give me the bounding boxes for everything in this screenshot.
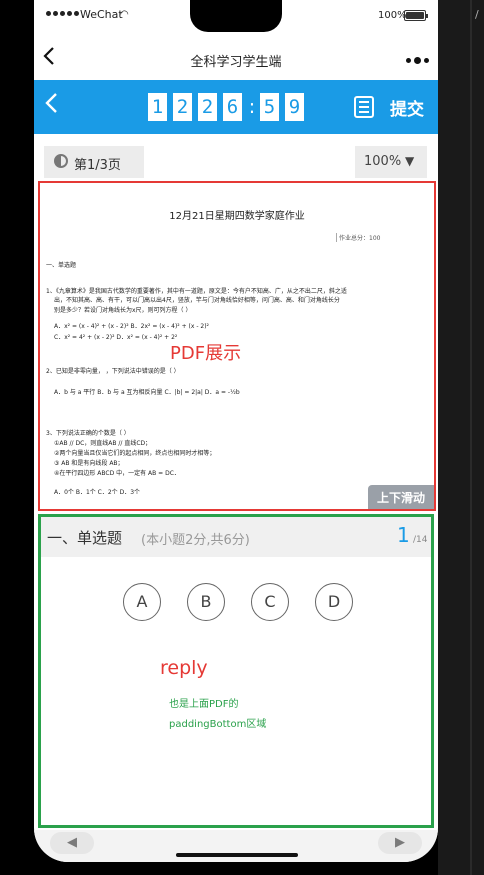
pdf-line: 3、下列说法正确的个数是（ ） xyxy=(46,430,130,437)
timer-colon: : xyxy=(248,96,256,118)
pdf-viewer[interactable]: 12月21日星期四数学家庭作业 作业总分：100 一、单选题 1、《九章算术》是… xyxy=(38,181,436,511)
pdf-line: 一、单选题 xyxy=(46,262,77,269)
next-question-button[interactable]: ▶ xyxy=(378,832,422,854)
timer-digit: 2 xyxy=(198,93,217,121)
wechat-nav-bar: 全科学习学生端 xyxy=(34,42,438,78)
pdf-annotation-label: PDF展示 xyxy=(170,343,242,364)
submit-button[interactable]: 提交 xyxy=(390,95,424,120)
option-c-button[interactable]: C xyxy=(251,583,289,621)
pdf-line: ②两个向量当且仅当它们的起点相同，终点也相同时才相等； xyxy=(54,450,216,457)
page-label: 第1/3页 xyxy=(74,158,121,173)
question-header: 一、单选题 (本小题2分,共6分) 1 /14 xyxy=(41,517,431,557)
prev-question-button[interactable]: ◀ xyxy=(50,832,94,854)
bottom-nav: ◀ ▶ xyxy=(34,830,438,862)
pdf-line: 别是多少？若设门对角线长为x尺，则可列方程（ ） xyxy=(54,307,192,314)
pdf-line: A．x² = (x - 4)² + (x - 2)² B．2x² = (x - … xyxy=(54,323,209,330)
section-title: 一、单选题 xyxy=(47,529,123,547)
notch xyxy=(190,0,282,32)
side-mark: / xyxy=(475,8,479,21)
signal-icon xyxy=(46,11,79,16)
timer-digit: 5 xyxy=(260,93,279,121)
pdf-score: 作业总分：100 xyxy=(336,233,380,242)
question-current-number: 1 xyxy=(397,523,410,547)
scroll-hint-button[interactable]: 上下滑动 xyxy=(368,485,434,509)
side-divider xyxy=(470,0,472,875)
option-b-button[interactable]: B xyxy=(187,583,225,621)
side-edge xyxy=(438,0,484,875)
carrier-label: WeChat xyxy=(80,8,123,21)
battery-percent: 100% xyxy=(378,10,407,21)
caret-down-icon: ▼ xyxy=(405,154,415,168)
pdf-line: ③ AB 和是有向线段 AB； xyxy=(54,460,124,467)
section-score-note: (本小题2分,共6分) xyxy=(141,533,250,548)
more-menu-icon[interactable] xyxy=(406,57,429,64)
pdf-line: A．0个 B．1个 C．2个 D．3个 xyxy=(54,489,141,496)
option-d-button[interactable]: D xyxy=(315,583,353,621)
option-group: A B C D xyxy=(123,583,353,621)
question-total: /14 xyxy=(413,535,428,545)
zoom-value: 100% xyxy=(364,154,402,169)
timer-digit: 1 xyxy=(148,93,167,121)
pdf-line: ④在平行四边形 ABCD 中，一定有 AB = DC． xyxy=(54,470,180,477)
timer-digit: 9 xyxy=(285,93,304,121)
home-indicator xyxy=(176,853,298,857)
pdf-title: 12月21日星期四数学家庭作业 xyxy=(169,211,305,222)
timer-digit: 6 xyxy=(223,93,242,121)
zoom-select[interactable]: 100% ▼ xyxy=(355,146,427,178)
pdf-line: 2、已知是非零向量， ，下列说法中错误的是（ ） xyxy=(46,368,180,375)
phone-frame: WeChat ◠ 100% 全科学习学生端 1 2 2 6 : 5 9 提交 第… xyxy=(34,0,438,862)
page-progress-icon xyxy=(54,154,68,168)
battery-icon xyxy=(404,10,428,21)
reply-annotation-label: reply xyxy=(160,657,208,679)
countdown-timer: 1 2 2 6 : 5 9 xyxy=(148,93,310,121)
nav-title: 全科学习学生端 xyxy=(190,55,282,70)
screen: / WeChat ◠ 100% 全科学习学生端 1 2 2 6: 5 9 提交… xyxy=(0,0,484,875)
pdf-line: ①AB // DC，则直线AB // 直线CD； xyxy=(54,440,152,447)
option-a-button[interactable]: A xyxy=(123,583,161,621)
exit-back-icon[interactable] xyxy=(44,92,66,120)
wifi-icon: ◠ xyxy=(120,9,129,20)
pdf-line: C．x² = 4² + (x - 2)² D．x² = (x - 4)² + 2… xyxy=(54,334,178,341)
answer-sheet-icon[interactable] xyxy=(354,96,374,118)
reply-annotation-note: 也是上面PDF的paddingBottom区域 xyxy=(169,699,267,730)
page-indicator[interactable]: 第1/3页 xyxy=(44,146,144,178)
pdf-line: 出，不知其高、高、有干，可以门高以出4尺，竖放，竿与门对角线恰好相等，问门高、高… xyxy=(54,297,340,304)
pdf-line: 1、《九章算术》是我国古代数学的重要著作，其中有一道题，原文是：今有户不知高、广… xyxy=(46,288,347,295)
timer-digit: 2 xyxy=(173,93,192,121)
reply-area: 一、单选题 (本小题2分,共6分) 1 /14 A B C D reply 也是… xyxy=(38,514,434,828)
pdf-line: A．b 与 a 平行 B．b 与 a 互为相反向量 C．|b| = 2|a| D… xyxy=(54,389,240,396)
status-bar: WeChat ◠ 100% xyxy=(34,0,438,34)
exam-header: 1 2 2 6 : 5 9 提交 xyxy=(34,80,438,134)
